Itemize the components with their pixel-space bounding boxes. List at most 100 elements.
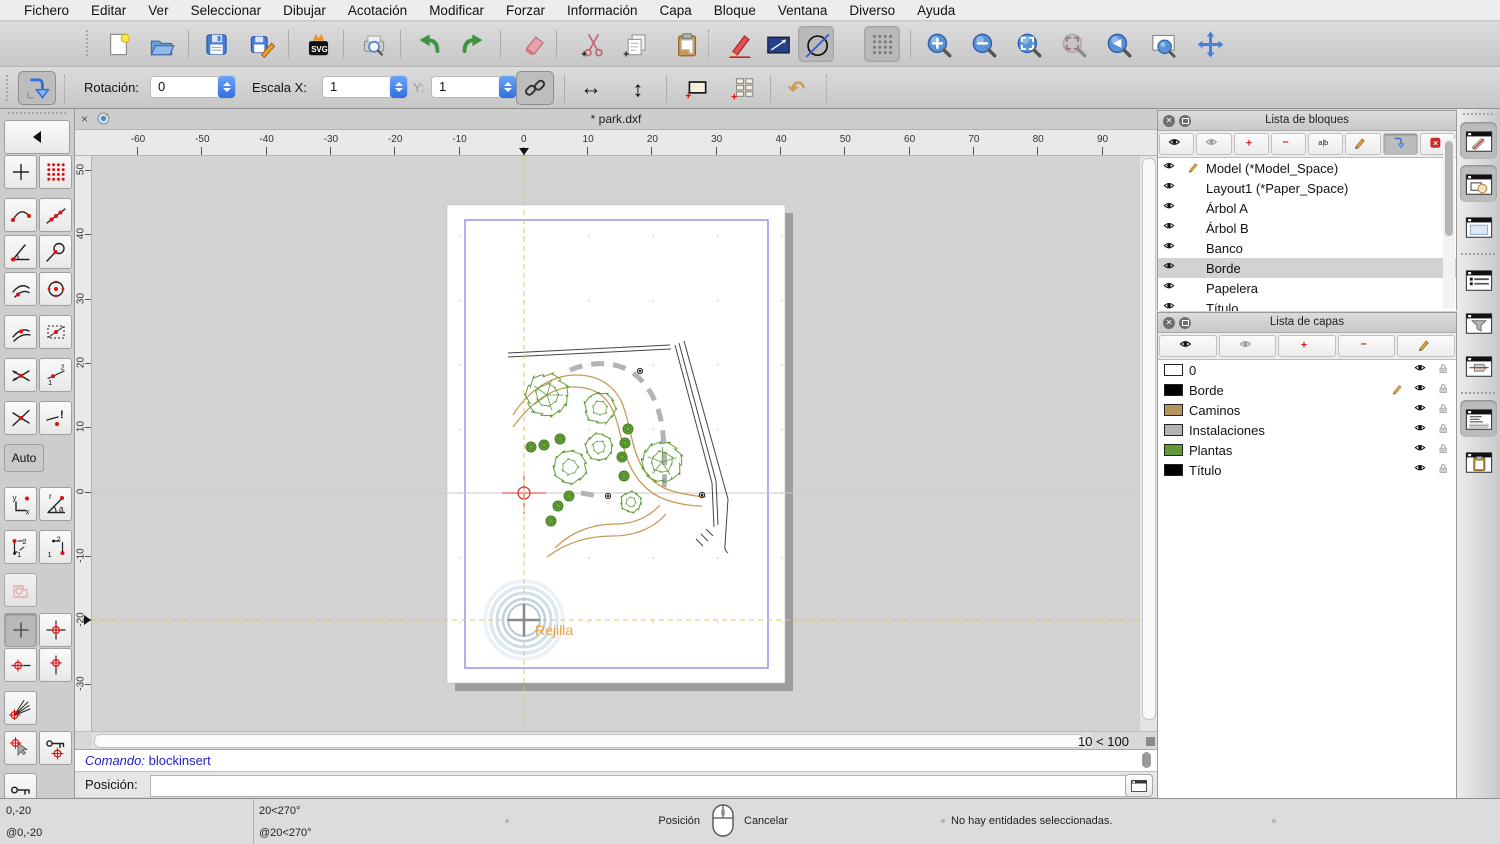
lock-icon[interactable] — [1434, 443, 1456, 458]
menu-ventana[interactable]: Ventana — [767, 3, 839, 18]
toolbar-handle[interactable] — [8, 112, 66, 114]
edit-layer-button[interactable] — [1397, 335, 1455, 357]
scale-y-value[interactable]: 1 — [431, 76, 499, 98]
layer-row[interactable]: Borde — [1158, 380, 1456, 400]
snap-angle-button[interactable] — [4, 691, 37, 725]
show-layer-button[interactable] — [1159, 335, 1217, 357]
flip-vertical-button[interactable]: ↕ — [620, 71, 658, 105]
layer-row[interactable]: Instalaciones — [1158, 420, 1456, 440]
visibility-eye-icon[interactable] — [1158, 300, 1184, 311]
snap-intersection-arrows-button[interactable] — [4, 358, 37, 392]
insert-array-button[interactable]: + — [724, 71, 762, 105]
visibility-eye-icon[interactable] — [1410, 402, 1434, 418]
zoom-out-button[interactable] — [965, 26, 1001, 62]
pan-button[interactable] — [1192, 26, 1228, 62]
snap-center-arc-button[interactable] — [4, 272, 37, 306]
visibility-eye-icon[interactable] — [1410, 382, 1434, 398]
restrict-off-button[interactable] — [4, 613, 37, 647]
add-layer-button[interactable]: + — [1278, 335, 1336, 357]
restrict-disabled-button[interactable] — [4, 573, 37, 607]
undo-button[interactable] — [410, 26, 446, 62]
back-button[interactable] — [4, 120, 70, 154]
menu-bloque[interactable]: Bloque — [703, 3, 767, 18]
snap-intersection-button[interactable] — [4, 401, 37, 435]
visibility-eye-icon[interactable] — [1158, 240, 1184, 256]
restrict-vertical-button[interactable] — [39, 648, 72, 682]
selection-box-button[interactable] — [760, 26, 796, 62]
layer-row[interactable]: Plantas — [1158, 440, 1456, 460]
visibility-eye-icon[interactable] — [1158, 220, 1184, 236]
lock-icon[interactable] — [1434, 403, 1456, 418]
snap-reference-button[interactable] — [39, 315, 72, 349]
menu-seleccionar[interactable]: Seleccionar — [180, 3, 273, 18]
visibility-eye-icon[interactable] — [1410, 362, 1434, 378]
snap-auto-button[interactable]: Auto — [4, 444, 44, 472]
menu-dibujar[interactable]: Dibujar — [272, 3, 337, 18]
coord-relative-1-button[interactable]: 12 — [4, 530, 37, 564]
flip-horizontal-button[interactable]: ↔ — [572, 71, 610, 105]
block-row[interactable]: Borde — [1158, 258, 1456, 278]
visibility-eye-icon[interactable] — [1410, 462, 1434, 478]
menu-modificar[interactable]: Modificar — [418, 3, 495, 18]
snap-on-entity-button[interactable] — [39, 198, 72, 232]
menu-informacin[interactable]: Información — [556, 3, 649, 18]
block-row[interactable]: Árbol B — [1158, 218, 1456, 238]
filter-window-dock-button[interactable] — [1460, 304, 1497, 341]
menu-editar[interactable]: Editar — [80, 3, 137, 18]
layer-row[interactable]: Título — [1158, 460, 1456, 480]
cut-button[interactable]: + — [575, 26, 611, 62]
menu-acotacin[interactable]: Acotación — [337, 3, 418, 18]
toolbar-handle[interactable] — [6, 75, 11, 101]
block-row[interactable]: Título — [1158, 298, 1456, 311]
block-row[interactable]: Model (*Model_Space) — [1158, 158, 1456, 178]
zoom-in-button[interactable] — [920, 26, 956, 62]
visibility-eye-icon[interactable] — [1410, 442, 1434, 458]
lock-icon[interactable] — [1434, 423, 1456, 438]
position-input[interactable] — [150, 775, 1131, 797]
remove-layer-button[interactable]: − — [1337, 335, 1396, 357]
zoom-selection-button[interactable] — [1055, 26, 1091, 62]
save-as-button[interactable] — [243, 26, 279, 62]
coord-relative-2-button[interactable]: 12 — [39, 530, 72, 564]
scale-y-spinbox[interactable]: 1 — [431, 76, 516, 98]
menu-diverso[interactable]: Diverso — [838, 3, 906, 18]
open-file-button[interactable] — [143, 26, 179, 62]
coord-polar-button[interactable]: ra — [39, 487, 72, 521]
set-relative-zero-button[interactable] — [4, 731, 37, 765]
restrict-orthogonal-button[interactable] — [39, 613, 72, 647]
block-row[interactable]: Papelera — [1158, 278, 1456, 298]
command-window-dock-button[interactable] — [1460, 400, 1497, 437]
add-block-button[interactable]: + — [1233, 133, 1269, 155]
menu-ver[interactable]: Ver — [137, 3, 179, 18]
lock-relative-zero-button[interactable] — [39, 731, 72, 765]
stepper-icon[interactable] — [499, 76, 516, 98]
show-block-button[interactable] — [1159, 133, 1195, 155]
command-scroll-thumb[interactable] — [1142, 752, 1151, 768]
horizontal-scrollbar[interactable]: 10 < 100 — [75, 731, 1157, 749]
resize-corner[interactable] — [1146, 737, 1155, 746]
undo-insert-button[interactable]: ↶ — [780, 71, 818, 105]
stepper-icon[interactable] — [218, 76, 235, 98]
layer-row[interactable]: Caminos — [1158, 400, 1456, 420]
toggle-command-window-button[interactable] — [1125, 774, 1153, 797]
export-svg-button[interactable]: SVG — [300, 26, 336, 62]
rotation-value[interactable]: 0 — [150, 76, 218, 98]
snap-free-button[interactable] — [4, 155, 37, 189]
lock-icon[interactable] — [1434, 463, 1456, 478]
rename-block-button[interactable]: a|b — [1308, 133, 1344, 155]
property-editor-dock-button[interactable] — [1460, 122, 1497, 159]
coord-cartesian-button[interactable]: yx — [4, 487, 37, 521]
snap-distance-12-button[interactable]: 12 — [39, 358, 72, 392]
blocks-scrollbar[interactable] — [1443, 139, 1455, 308]
scale-x-value[interactable]: 1 — [322, 76, 390, 98]
projection-window-dock-button[interactable] — [1460, 347, 1497, 384]
snap-middle-button[interactable] — [4, 315, 37, 349]
menu-forzar[interactable]: Forzar — [495, 3, 556, 18]
redo-button[interactable] — [455, 26, 491, 62]
hide-layer-button[interactable] — [1218, 335, 1277, 357]
lock-icon[interactable] — [1434, 363, 1456, 378]
remove-block-button[interactable]: − — [1270, 133, 1306, 155]
zoom-previous-button[interactable] — [1100, 26, 1136, 62]
edit-block-button[interactable] — [1345, 133, 1381, 155]
snap-perpendicular-button[interactable] — [4, 235, 37, 269]
